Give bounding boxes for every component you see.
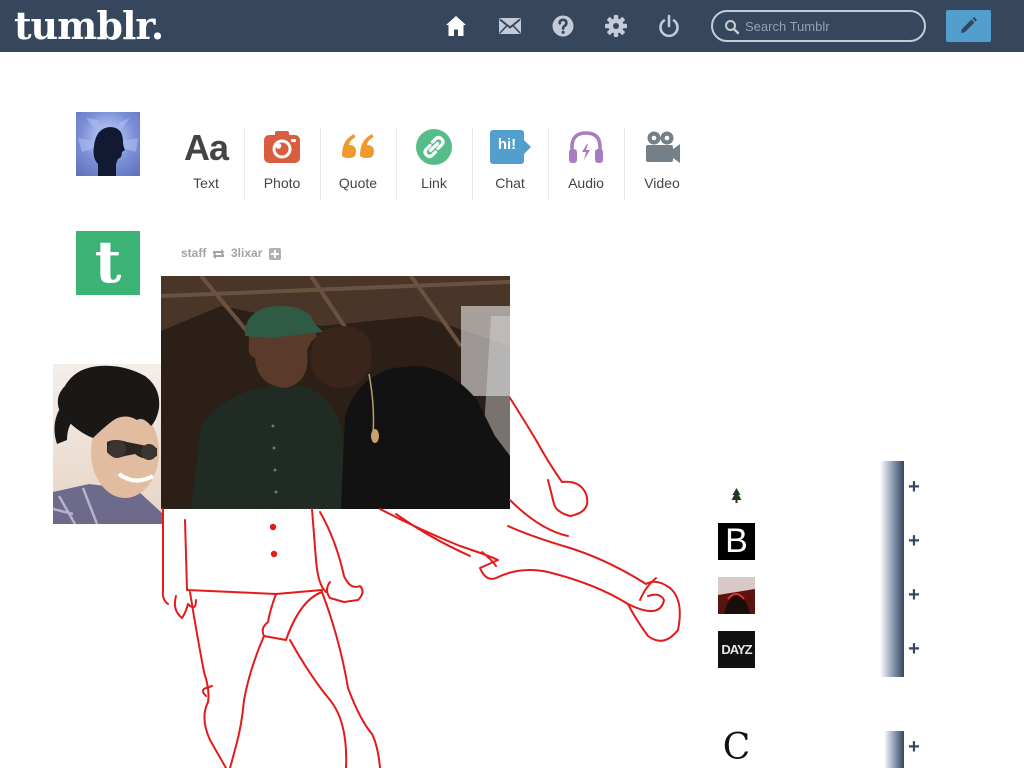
- post-type-video[interactable]: Video: [624, 124, 700, 200]
- post-type-photo[interactable]: Photo: [244, 124, 320, 200]
- link-icon: [416, 129, 452, 165]
- recommended-blog-row[interactable]: DAYZ +: [718, 623, 938, 677]
- quote-icon: [342, 134, 374, 158]
- power-icon[interactable]: [656, 13, 682, 39]
- follow-plus-button[interactable]: +: [906, 639, 922, 659]
- recommended-blog-row[interactable]: +: [718, 569, 938, 623]
- letter-b-thumbnail: B: [718, 523, 755, 560]
- post-type-label: Video: [644, 175, 680, 191]
- thumbnail-letter: C: [722, 731, 751, 768]
- tree-thumbnail: [718, 469, 755, 506]
- reblog-icon: [212, 249, 225, 259]
- post-type-link[interactable]: Link: [396, 124, 472, 200]
- text-aa-icon: Aa: [183, 127, 229, 168]
- follow-plus-button[interactable]: +: [906, 737, 922, 757]
- reblogged-from-name[interactable]: 3lixar: [231, 246, 262, 260]
- post-type-label: Link: [421, 175, 447, 191]
- row-fade: [884, 731, 904, 768]
- photo-thumbnail: [718, 577, 755, 614]
- tumblr-logo[interactable]: tumblr.: [14, 4, 164, 48]
- follow-plus-button[interactable]: +: [906, 477, 922, 497]
- home-icon[interactable]: [443, 13, 469, 39]
- search-input[interactable]: [745, 17, 915, 36]
- chat-icon: hi!: [490, 128, 531, 166]
- post-type-quote[interactable]: Quote: [320, 124, 396, 200]
- row-fade: [880, 461, 904, 515]
- tumblr-t-glyph: t: [94, 231, 122, 295]
- compose-button[interactable]: [946, 10, 991, 42]
- camera-icon: [264, 131, 300, 163]
- thumbnail-letter: B: [725, 523, 748, 560]
- post-type-label: Photo: [263, 175, 301, 191]
- post-blog-name[interactable]: staff: [181, 246, 206, 260]
- recommended-blog-row[interactable]: +: [718, 461, 938, 515]
- recommended-blog-row[interactable]: C +: [718, 731, 938, 768]
- recommended-blog-row[interactable]: B +: [718, 515, 938, 569]
- side-photo: [53, 364, 163, 524]
- help-icon[interactable]: [550, 13, 576, 39]
- dashboard-page: tumblr. Search Tumblr Aa Text Photo Quot…: [0, 0, 1024, 768]
- staff-avatar[interactable]: t: [76, 231, 140, 295]
- thumbnail-letter: DAYZ: [721, 642, 752, 657]
- post-photo[interactable]: [161, 276, 510, 509]
- follow-plus-button[interactable]: +: [906, 585, 922, 605]
- gear-icon[interactable]: [603, 13, 629, 39]
- row-fade: [880, 515, 904, 569]
- chat-glyph: hi!: [497, 136, 517, 153]
- top-nav-bar: tumblr.: [0, 0, 1024, 52]
- row-fade: [880, 569, 904, 623]
- search-box[interactable]: [711, 10, 926, 42]
- user-avatar[interactable]: [76, 112, 140, 176]
- post-type-chat[interactable]: hi! Chat: [472, 124, 548, 200]
- post-type-label: Audio: [568, 175, 604, 191]
- post-type-label: Chat: [495, 175, 525, 191]
- letter-c-thumbnail: C: [718, 731, 755, 768]
- row-fade: [880, 623, 904, 677]
- video-camera-icon: [646, 131, 680, 163]
- mail-icon[interactable]: [497, 13, 523, 39]
- post-type-audio[interactable]: Audio: [548, 124, 624, 200]
- post-type-text[interactable]: Aa Text: [168, 124, 244, 200]
- follow-plus-button[interactable]: +: [906, 531, 922, 551]
- post-type-label: Quote: [338, 175, 378, 191]
- dayz-thumbnail: DAYZ: [718, 631, 755, 668]
- pencil-icon: [961, 17, 977, 33]
- follow-plus-icon[interactable]: [269, 248, 281, 260]
- headphones-icon: [569, 131, 603, 163]
- search-icon: [725, 20, 740, 35]
- post-type-label: Text: [193, 175, 219, 191]
